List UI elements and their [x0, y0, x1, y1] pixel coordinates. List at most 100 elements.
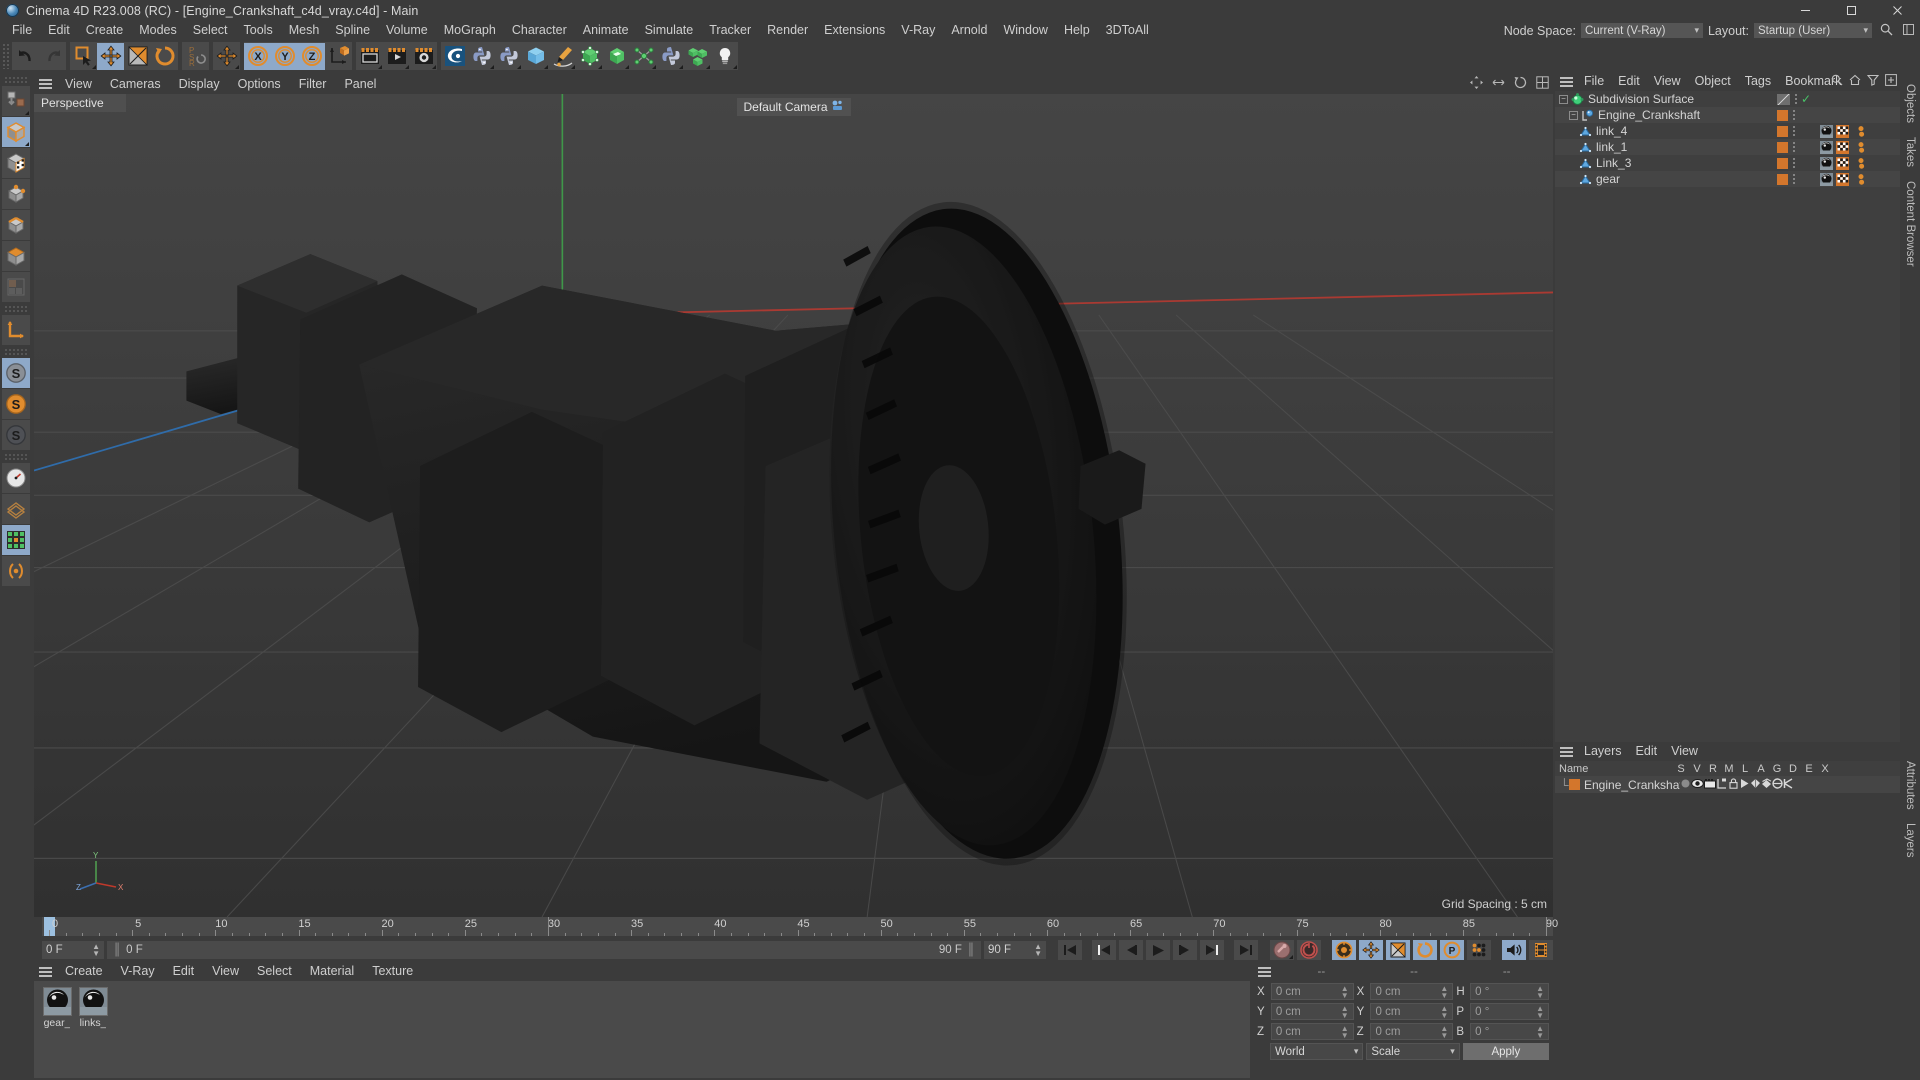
menu-item-volume[interactable]: Volume [378, 21, 436, 40]
make-editable-button[interactable] [2, 86, 30, 116]
layout-dropdown[interactable]: Startup (User) ▾ [1754, 23, 1872, 38]
enabled-check-icon[interactable]: ✓ [1801, 93, 1811, 105]
left-toolbar-grip-4[interactable] [4, 453, 28, 461]
light-bulb-icon[interactable] [711, 43, 738, 70]
menu-item-help[interactable]: Help [1056, 21, 1098, 40]
spinner-icon[interactable]: ▲ ▼ [1434, 1004, 1448, 1019]
spinner-icon[interactable]: ▲ ▼ [1335, 1024, 1349, 1039]
viewport-menu-filter[interactable]: Filter [290, 74, 336, 94]
object-manager-hamburger-icon[interactable] [1555, 72, 1577, 91]
material-hamburger-icon[interactable] [34, 962, 56, 981]
layer-col-g[interactable]: G [1769, 763, 1785, 775]
layer-col-a[interactable]: A [1753, 763, 1769, 775]
go-to-previous-key-button[interactable] [1092, 940, 1116, 960]
layer-col-m[interactable]: M [1721, 763, 1737, 775]
layer-col-e[interactable]: E [1801, 763, 1817, 775]
end-frame-field[interactable]: 90 F ▲ ▼ [984, 941, 1046, 959]
uv-mode-button[interactable] [2, 272, 30, 302]
tag-dots-icon[interactable] [1791, 142, 1796, 152]
object-color-swatch[interactable] [1777, 109, 1788, 121]
quantize-button[interactable]: S [2, 389, 30, 419]
spinner-icon[interactable]: ▲ ▼ [1530, 1004, 1544, 1019]
menu-item-select[interactable]: Select [185, 21, 236, 40]
coordinates-hamburger-icon[interactable] [1253, 962, 1275, 981]
material-tag-icon[interactable] [1820, 156, 1833, 170]
tag-dots-icon[interactable] [1793, 94, 1798, 104]
rotate-tool-button[interactable] [151, 43, 178, 70]
object-color-swatch[interactable] [1777, 173, 1788, 185]
position-x-field[interactable]: 0 cm ▲ ▼ [1270, 983, 1354, 1000]
object-row-link-4[interactable]: link_4 [1555, 123, 1900, 139]
material-menu-view[interactable]: View [203, 962, 248, 981]
polygons-mode-button[interactable] [2, 241, 30, 271]
undo-button[interactable] [12, 43, 39, 70]
menu-item-animate[interactable]: Animate [575, 21, 637, 40]
workplane-button[interactable]: S [2, 420, 30, 450]
spinner-icon[interactable]: ▲ ▼ [84, 943, 100, 958]
point-level-animation-button[interactable] [1467, 940, 1491, 960]
tab-takes[interactable]: Takes [1902, 131, 1918, 173]
spinner-icon[interactable]: ▲ ▼ [1434, 984, 1448, 999]
rotation-b-field[interactable]: 0 ° ▲ ▼ [1470, 1023, 1550, 1040]
material-menu-texture[interactable]: Texture [363, 962, 422, 981]
uvw-tag-icon[interactable] [1836, 156, 1849, 170]
c4d-swirl-icon[interactable] [441, 43, 468, 70]
viewport-menu-display[interactable]: Display [170, 74, 229, 94]
lock-y-axis-button[interactable]: Y [271, 42, 298, 70]
pen-icon[interactable] [549, 43, 576, 70]
layer-deformers-toggle[interactable] [1761, 777, 1772, 792]
position-z-field[interactable]: 0 cm ▲ ▼ [1270, 1023, 1354, 1040]
material-menu-material[interactable]: Material [301, 962, 363, 981]
go-to-end-button[interactable] [1234, 940, 1258, 960]
menu-item-edit[interactable]: Edit [40, 21, 78, 40]
green-bend-icon[interactable] [603, 43, 630, 70]
material-menu-create[interactable]: Create [56, 962, 112, 981]
material-tag-icon[interactable] [1820, 140, 1833, 154]
panel-menu-icon[interactable] [1901, 23, 1916, 38]
autokeying-button[interactable] [1297, 940, 1321, 960]
layer-manager-toggle[interactable] [1716, 778, 1728, 792]
layer-menu-layers[interactable]: Layers [1577, 742, 1629, 761]
lock-z-axis-button[interactable]: Z [298, 42, 325, 70]
menu-item-mograph[interactable]: MoGraph [436, 21, 504, 40]
material-tag-icon[interactable] [1820, 172, 1833, 186]
grid-green-icon[interactable] [2, 525, 30, 555]
add-icon[interactable] [1885, 74, 1897, 89]
home-icon[interactable] [1849, 74, 1861, 89]
layer-col-s[interactable]: S [1673, 763, 1689, 775]
position-key-button[interactable] [1359, 940, 1383, 960]
object-tree[interactable]: − Subdivision Surface ✓ − Engine_Cranksh… [1555, 91, 1900, 742]
menu-item-tools[interactable]: Tools [236, 21, 281, 40]
green-cage-cube-icon[interactable] [576, 43, 603, 70]
spinner-icon[interactable]: ▲ ▼ [1530, 1024, 1544, 1039]
model-mode-button[interactable] [2, 117, 30, 147]
menu-item-render[interactable]: Render [759, 21, 816, 40]
tag-dots-icon[interactable] [1791, 126, 1796, 136]
menu-item-vray[interactable]: V-Ray [893, 21, 943, 40]
keyframe-selection-button[interactable] [1332, 940, 1356, 960]
layer-xref-toggle[interactable] [1783, 777, 1794, 792]
object-menu-object[interactable]: Object [1688, 72, 1738, 91]
spinner-icon[interactable]: ▲ ▼ [1026, 943, 1042, 958]
search-icon[interactable] [1831, 74, 1843, 89]
maximize-view-icon[interactable] [1536, 76, 1549, 92]
move-tool-button[interactable] [97, 42, 124, 70]
object-row-subdivision-surface[interactable]: − Subdivision Surface ✓ [1555, 91, 1900, 107]
material-menu-edit[interactable]: Edit [164, 962, 204, 981]
layer-col-v[interactable]: V [1689, 763, 1705, 775]
lock-x-axis-button[interactable]: X [244, 42, 271, 70]
object-row-gear[interactable]: gear [1555, 171, 1900, 187]
object-color-swatch[interactable] [1777, 141, 1788, 153]
filmstrip-button[interactable] [1529, 940, 1553, 960]
step-forward-button[interactable] [1173, 940, 1197, 960]
scale-key-button[interactable] [1386, 940, 1410, 960]
menu-item-character[interactable]: Character [504, 21, 575, 40]
material-tag-icon[interactable] [1820, 124, 1833, 138]
python-icon[interactable] [495, 43, 522, 70]
python-icon[interactable] [468, 43, 495, 70]
left-toolbar-grip-3[interactable] [4, 348, 28, 356]
material-menu-select[interactable]: Select [248, 962, 301, 981]
uvw-tag-icon[interactable] [1836, 172, 1849, 186]
size-y-field[interactable]: 0 cm ▲ ▼ [1370, 1003, 1454, 1020]
menu-item-create[interactable]: Create [78, 21, 132, 40]
